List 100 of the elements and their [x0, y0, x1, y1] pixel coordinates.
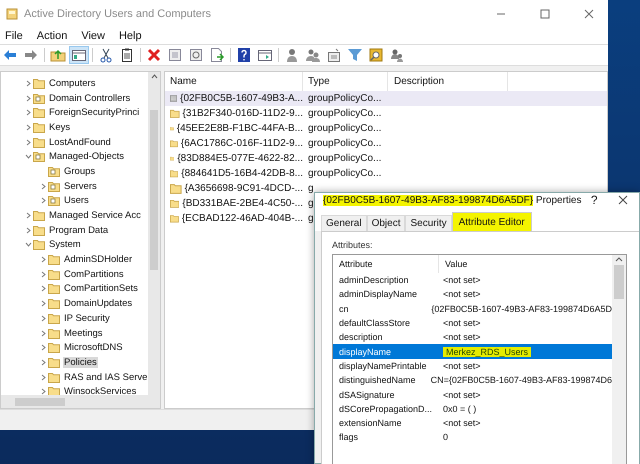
chevron-right-icon[interactable] — [40, 330, 46, 337]
close-icon[interactable] — [584, 9, 594, 19]
tree-item[interactable]: ForeignSecurityPrinci — [48, 107, 140, 118]
attribute-row[interactable]: displayName Merkez_RDS_Users — [333, 344, 612, 359]
tree-item[interactable]: System — [48, 239, 82, 250]
attribute-row[interactable]: extensionName <not set> — [333, 416, 612, 430]
tree-item[interactable]: DomainUpdates — [63, 298, 134, 310]
item-name[interactable]: {02FB0C5B-1607-49B3-A... — [180, 93, 303, 104]
properties-icon[interactable] — [167, 47, 183, 63]
folder-up-icon[interactable] — [50, 47, 66, 63]
column-header[interactable]: Value — [439, 259, 468, 269]
export-icon[interactable] — [209, 47, 225, 63]
chevron-right-icon[interactable] — [24, 138, 32, 146]
tree-item[interactable]: Servers — [63, 180, 98, 192]
panel-icon[interactable] — [71, 47, 87, 63]
tab[interactable]: General — [321, 215, 367, 231]
item-name[interactable]: {45EE2E8B-F1BC-44FA-B... — [176, 123, 303, 134]
tree-item[interactable]: Computers — [48, 78, 96, 89]
chevron-right-icon[interactable] — [40, 344, 46, 352]
tree-item[interactable]: Users — [63, 195, 90, 206]
attribute-row[interactable]: flags 0 — [333, 430, 612, 445]
chevron-right-icon[interactable] — [40, 182, 46, 190]
attribute-row[interactable]: dSASignature <not set> — [333, 387, 612, 402]
item-name[interactable]: {83D884E5-077E-4622-82... — [177, 153, 303, 164]
tree-item[interactable]: IP Security — [63, 312, 111, 324]
chevron-down-icon[interactable] — [24, 153, 32, 160]
delete-icon[interactable] — [146, 47, 162, 63]
tree-item[interactable]: Program Data — [48, 224, 110, 236]
filter-icon[interactable] — [347, 47, 363, 63]
item-name[interactable]: {BD331BAE-2BE4-4C50-... — [182, 198, 303, 209]
find-icon[interactable] — [368, 47, 384, 63]
tree-item[interactable]: RAS and IAS Serve — [63, 372, 148, 383]
forward-arrow-icon[interactable] — [23, 47, 39, 63]
tree-item[interactable]: MicrosoftDNS — [63, 342, 124, 354]
chevron-right-icon[interactable] — [40, 388, 46, 395]
refresh-icon[interactable] — [188, 47, 204, 63]
horizontal-scrollbar[interactable] — [1, 395, 160, 408]
console-icon[interactable] — [257, 47, 273, 63]
menu-item[interactable]: File — [5, 30, 23, 42]
item-name[interactable]: {ECBAD122-46AD-404B-... — [182, 213, 303, 224]
clipboard-icon[interactable] — [119, 47, 135, 63]
chevron-down-icon[interactable] — [24, 241, 32, 248]
user-icon[interactable] — [284, 47, 300, 63]
users-icon[interactable] — [389, 47, 405, 63]
chevron-right-icon[interactable] — [24, 94, 32, 102]
menu-item[interactable]: Action — [36, 30, 68, 42]
chevron-right-icon[interactable] — [40, 270, 46, 278]
attribute-row[interactable]: displayNamePrintable <not set> — [333, 358, 612, 374]
tab[interactable]: Security — [405, 215, 452, 231]
tab[interactable]: Object — [366, 215, 406, 231]
tab[interactable]: Attribute Editor — [452, 212, 532, 231]
chevron-right-icon[interactable] — [24, 212, 32, 220]
item-name[interactable]: {A3656698-9C91-4DCD-... — [184, 183, 303, 194]
tree-item[interactable]: Groups — [63, 166, 96, 177]
help-icon[interactable] — [236, 47, 252, 63]
tree-item[interactable]: Keys — [48, 122, 72, 133]
item-name[interactable]: {6AC1786C-016F-11D2-9... — [180, 138, 303, 149]
scrollbar[interactable] — [148, 72, 160, 395]
tree-item[interactable]: Policies — [63, 356, 98, 368]
chevron-right-icon[interactable] — [40, 374, 46, 381]
chevron-right-icon[interactable] — [40, 300, 46, 308]
column-header[interactable]: Attribute — [333, 255, 439, 273]
tree-item[interactable]: ComPartitionSets — [63, 283, 139, 294]
chevron-right-icon[interactable] — [24, 124, 32, 131]
tree-item[interactable]: ComPartitions — [63, 268, 125, 280]
tree-item[interactable]: Managed Service Acc — [48, 210, 142, 222]
close-icon[interactable] — [618, 195, 628, 205]
attribute-row[interactable]: cn {02FB0C5B-1607-49B3-AF83-199874D6A5D — [333, 302, 612, 316]
attribute-row[interactable]: description <not set> — [333, 330, 612, 344]
attribute-row[interactable]: defaultClassStore <not set> — [333, 316, 612, 330]
tree-item[interactable]: Managed-Objects — [48, 151, 125, 162]
scroll-thumb[interactable] — [150, 110, 158, 270]
chevron-right-icon[interactable] — [24, 226, 32, 234]
tree-item[interactable]: Meetings — [63, 328, 104, 339]
scissors-icon[interactable] — [98, 47, 114, 63]
item-name[interactable]: {884641D5-16B4-42DB-8... — [181, 168, 303, 179]
scroll-thumb[interactable] — [614, 265, 624, 299]
tree-item[interactable]: AdminSDHolder — [63, 254, 134, 266]
tree-item[interactable]: Domain Controllers — [48, 92, 132, 104]
chevron-right-icon[interactable] — [40, 285, 46, 292]
chevron-right-icon[interactable] — [24, 80, 32, 87]
attribute-row[interactable]: adminDescription <not set> — [333, 273, 612, 288]
tree-item[interactable]: LostAndFound — [48, 136, 112, 148]
chevron-right-icon[interactable] — [40, 256, 46, 264]
group-icon[interactable] — [305, 47, 321, 63]
tree-item[interactable]: WinsockServices — [63, 386, 138, 395]
chevron-right-icon[interactable] — [40, 314, 46, 322]
item-name[interactable]: {31B2F340-016D-11D2-9... — [182, 108, 303, 119]
container-icon[interactable] — [326, 47, 342, 63]
attribute-row[interactable]: adminDisplayName <not set> — [333, 287, 612, 302]
scrollbar[interactable] — [612, 255, 626, 464]
help-button[interactable]: ? — [582, 193, 607, 207]
attribute-row[interactable]: dSCorePropagationD... 0x0 = ( ) — [333, 402, 612, 416]
chevron-right-icon[interactable] — [40, 358, 46, 366]
attribute-row[interactable]: distinguishedName CN={02FB0C5B-1607-49B3-AF83-199874D6 — [333, 373, 612, 388]
maximize-icon[interactable] — [540, 9, 550, 19]
menu-item[interactable]: View — [81, 30, 105, 42]
chevron-right-icon[interactable] — [40, 197, 46, 204]
menu-item[interactable]: Help — [118, 30, 142, 42]
chevron-right-icon[interactable] — [24, 109, 32, 116]
